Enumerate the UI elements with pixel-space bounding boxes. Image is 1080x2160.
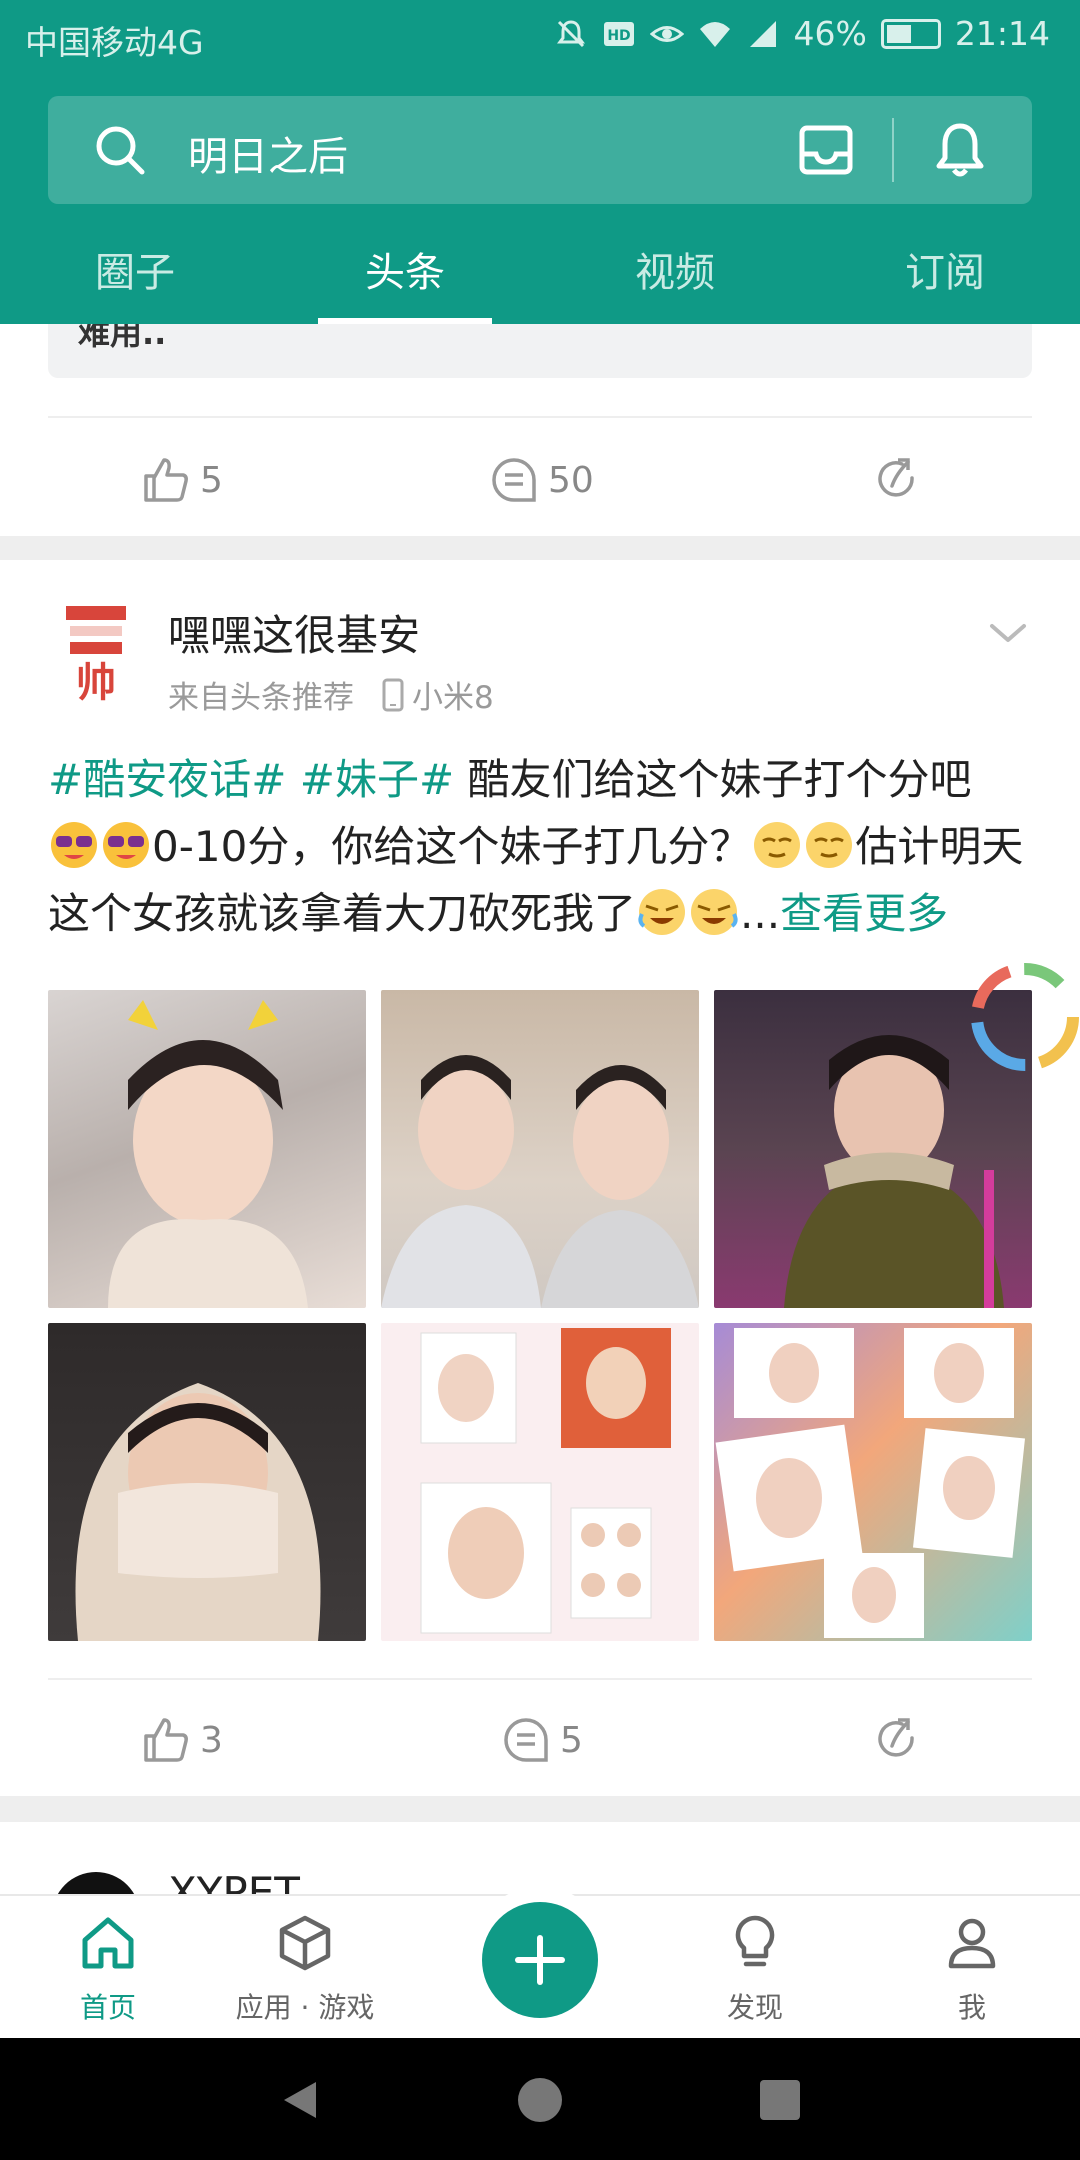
comment-icon xyxy=(492,458,536,502)
bell-icon[interactable] xyxy=(928,118,992,182)
nav-home-label: 首页 xyxy=(79,1991,136,2024)
photo-thumbnail[interactable] xyxy=(48,990,366,1308)
nav-me-label: 我 xyxy=(957,1991,986,2024)
share-icon xyxy=(878,458,914,497)
quoted-content[interactable]: 难用.. xyxy=(48,324,1032,378)
inbox-icon[interactable] xyxy=(796,120,856,180)
divider xyxy=(48,1678,1032,1680)
eye-icon xyxy=(649,25,684,42)
nav-home[interactable]: 首页 xyxy=(8,1912,208,2026)
post-username[interactable]: 嘿嘿这很基安 xyxy=(168,602,420,663)
active-tab-indicator xyxy=(318,318,492,324)
ellipsis: ... xyxy=(740,889,781,938)
action-bar: 5 50 xyxy=(0,440,1080,520)
tab-video[interactable]: 视频 xyxy=(585,240,765,298)
chevron-down-icon[interactable] xyxy=(988,618,1028,648)
comment-count: 5 xyxy=(560,1719,583,1761)
action-bar: 3 5 xyxy=(0,1700,1080,1780)
hd-icon: HD xyxy=(603,21,634,46)
tab-headlines[interactable]: 头条 xyxy=(315,240,495,298)
like-count: 5 xyxy=(200,459,223,501)
photo-thumbnail[interactable] xyxy=(48,1323,366,1641)
nav-apps-games-label: 应用 · 游戏 xyxy=(235,1991,375,2024)
nav-discover-label: 发现 xyxy=(726,1991,783,2024)
photo-thumbnail[interactable] xyxy=(381,990,699,1308)
comment-button[interactable]: 5 xyxy=(500,1700,583,1780)
app-root: 中国移动4G HD 46% 21:14 明日之后 圈子 头条 视频 订阅 难用.… xyxy=(0,0,1080,2160)
share-button[interactable] xyxy=(872,1700,924,1780)
search-divider xyxy=(892,118,894,182)
nav-discover[interactable]: 发现 xyxy=(655,1912,855,2026)
thumbs-up-icon xyxy=(144,1718,188,1762)
emoji-icon xyxy=(103,822,149,868)
plus-icon xyxy=(515,1935,565,1985)
status-bar: 中国移动4G HD 46% 21:14 xyxy=(0,0,1080,76)
share-button[interactable] xyxy=(872,440,924,520)
tab-circle[interactable]: 圈子 xyxy=(45,240,225,298)
nav-apps-games[interactable]: 应用 · 游戏 xyxy=(205,1912,405,2026)
search-icon[interactable] xyxy=(90,120,150,180)
photo-thumbnail[interactable] xyxy=(381,1323,699,1641)
hashtag[interactable]: #妹子# xyxy=(300,755,454,804)
add-post-button[interactable] xyxy=(482,1902,598,2018)
post-source: 来自头条推荐 xyxy=(168,680,354,716)
emoji-icon xyxy=(754,822,801,868)
lightbulb-icon xyxy=(735,1915,775,1967)
device-label: 小米8 xyxy=(412,680,494,716)
comment-count: 50 xyxy=(548,459,594,501)
search-input[interactable]: 明日之后 xyxy=(188,124,348,182)
back-icon[interactable] xyxy=(276,2076,324,2124)
view-more-link[interactable]: 查看更多 xyxy=(780,889,948,938)
signal-icon xyxy=(749,20,776,47)
post-text: 酷友们给这个妹子打个分吧 xyxy=(467,755,972,804)
quote-text: 难用.. xyxy=(78,324,167,352)
top-tabs: 圈子 头条 视频 订阅 xyxy=(0,228,1080,324)
cube-icon xyxy=(279,1915,331,1971)
post-text: 0-10分，你给这个妹子打几分？ xyxy=(152,822,752,871)
phone-icon xyxy=(382,678,404,711)
avatar-glyph: 帅 xyxy=(76,659,116,706)
image-grid xyxy=(48,990,1032,1641)
person-icon xyxy=(948,1918,996,1969)
comment-icon xyxy=(504,1718,548,1762)
home-icon xyxy=(82,1917,134,1969)
clock: 21:14 xyxy=(954,14,1050,53)
post-device: 小米8 xyxy=(382,672,494,717)
home-circle-icon[interactable] xyxy=(516,2076,564,2124)
feed-card-previous: 难用.. 5 50 xyxy=(0,324,1080,536)
battery-percent: 46% xyxy=(793,14,867,53)
comment-button[interactable]: 50 xyxy=(488,440,594,520)
tab-subscribe[interactable]: 订阅 xyxy=(855,240,1035,298)
battery-icon xyxy=(880,18,941,49)
bottom-nav: 首页 应用 · 游戏 发现 我 xyxy=(0,1894,1080,2038)
emoji-icon xyxy=(691,889,738,935)
feed-card-post: 帅 嘿嘿这很基安 来自头条推荐 小米8 #酷安夜话# #妹子# 酷友们给这个妹子… xyxy=(0,560,1080,1796)
wifi-icon xyxy=(699,21,730,47)
hashtag[interactable]: #酷安夜话# xyxy=(48,755,286,804)
search-bar[interactable]: 明日之后 xyxy=(48,96,1032,204)
post-body[interactable]: #酷安夜话# #妹子# 酷友们给这个妹子打个分吧 0-10分，你给这个妹子打几分… xyxy=(48,746,1038,947)
nav-me[interactable]: 我 xyxy=(872,1912,1072,2026)
like-button[interactable]: 3 xyxy=(140,1700,223,1780)
share-icon xyxy=(878,1718,914,1757)
status-icons: HD 46% 21:14 xyxy=(554,14,1050,53)
post-meta: 来自头条推荐 小米8 xyxy=(168,672,494,717)
emoji-icon xyxy=(51,822,97,868)
system-nav-bar xyxy=(0,2038,1080,2160)
recents-icon[interactable] xyxy=(756,2076,804,2124)
like-button[interactable]: 5 xyxy=(140,440,223,520)
photo-thumbnail[interactable] xyxy=(714,1323,1032,1641)
divider xyxy=(48,416,1032,418)
thumbs-up-icon xyxy=(144,458,188,502)
carrier-label: 中国移动4G xyxy=(25,23,204,62)
emoji-icon xyxy=(638,889,686,935)
mute-icon xyxy=(556,19,585,47)
svg-text:HD: HD xyxy=(607,28,630,44)
emoji-icon xyxy=(806,822,853,868)
like-count: 3 xyxy=(200,1719,223,1761)
floating-ring-icon[interactable] xyxy=(960,952,1080,1082)
avatar[interactable]: 帅 xyxy=(62,604,130,708)
app-header: 中国移动4G HD 46% 21:14 明日之后 圈子 头条 视频 订阅 xyxy=(0,0,1080,324)
